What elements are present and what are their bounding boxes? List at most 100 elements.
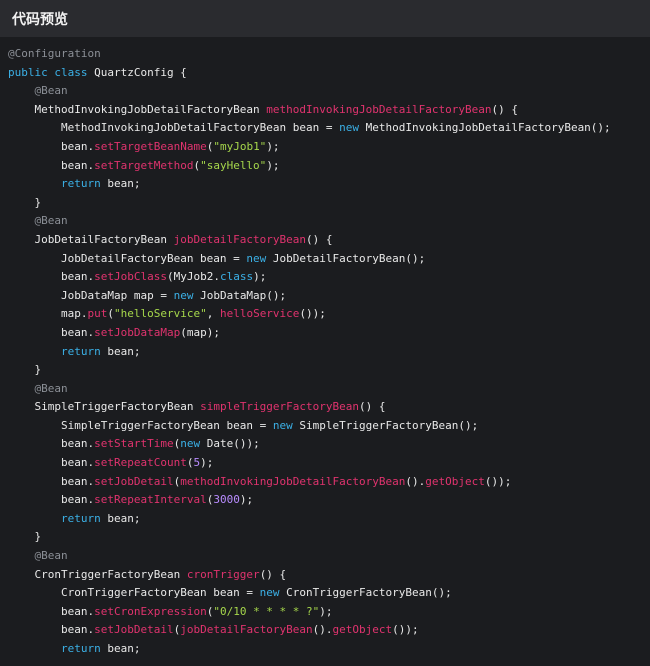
code-line: } xyxy=(8,194,650,213)
code-token: setRepeatInterval xyxy=(94,493,207,507)
code-token: new xyxy=(246,251,273,265)
code-line: CronTriggerFactoryBean cronTrigger() { xyxy=(8,566,650,585)
panel-title: 代码预览 xyxy=(12,11,68,28)
code-token: bean. xyxy=(60,456,95,470)
code-token: (MyJob2. xyxy=(166,270,220,284)
code-token: @Bean xyxy=(34,84,68,98)
code-token: return xyxy=(60,177,108,191)
code-token: QuartzConfig { xyxy=(94,65,187,79)
code-token: setJobDataMap xyxy=(94,325,181,339)
code-token: setJobDetail xyxy=(94,623,174,637)
code-token: methodInvokingJobDetailFactoryBean xyxy=(180,474,406,488)
code-block[interactable]: @Configuration public class QuartzConfig … xyxy=(8,45,650,659)
code-token: "sayHello" xyxy=(200,158,267,172)
code-token: (). xyxy=(405,474,426,488)
code-token: @Bean xyxy=(34,381,68,395)
code-token: JobDataMap(); xyxy=(200,288,287,302)
code-line: bean.setTargetMethod("sayHello"); xyxy=(8,157,650,176)
code-token: bean. xyxy=(60,604,95,618)
code-line: bean.setRepeatInterval(3000); xyxy=(8,491,650,510)
code-token: ); xyxy=(200,456,214,470)
code-token: new xyxy=(259,586,287,600)
code-token: () { xyxy=(359,400,386,414)
code-token: setTargetBeanName xyxy=(94,139,207,153)
code-line: public class QuartzConfig { xyxy=(8,64,650,83)
code-token: MethodInvokingJobDetailFactoryBean bean … xyxy=(60,121,340,135)
code-line: bean.setJobDetail(jobDetailFactoryBean()… xyxy=(8,621,650,640)
code-token: JobDetailFactoryBean bean = xyxy=(60,251,247,265)
code-token: bean. xyxy=(60,158,95,172)
code-token: ); xyxy=(266,139,280,153)
code-token: () { xyxy=(306,232,333,246)
code-token: @Bean xyxy=(34,214,68,228)
code-line: @Bean xyxy=(8,380,650,399)
code-line: bean.setJobClass(MyJob2.class); xyxy=(8,268,650,287)
code-token: (). xyxy=(312,623,333,637)
code-token: return xyxy=(60,511,108,525)
code-line: bean.setCronExpression("0/10 * * * * ?")… xyxy=(8,603,650,622)
code-line: bean.setRepeatCount(5); xyxy=(8,454,650,473)
code-token: setTargetMethod xyxy=(94,158,194,172)
code-token: bean. xyxy=(60,437,95,451)
code-line: MethodInvokingJobDetailFactoryBean metho… xyxy=(8,101,650,120)
code-token: ); xyxy=(239,493,254,507)
code-token: () { xyxy=(491,102,518,116)
code-token: setJobDetail xyxy=(94,474,174,488)
code-token: new xyxy=(339,121,366,135)
code-line: JobDetailFactoryBean bean = new JobDetai… xyxy=(8,250,650,269)
code-token: } xyxy=(34,530,42,544)
code-token: map. xyxy=(60,307,88,321)
code-token: put xyxy=(87,307,108,321)
code-token: Date()); xyxy=(206,437,260,451)
code-line: SimpleTriggerFactoryBean simpleTriggerFa… xyxy=(8,398,650,417)
code-token: new xyxy=(180,437,207,451)
code-token: new xyxy=(173,288,201,302)
code-token: setJobClass xyxy=(94,270,167,284)
code-line: } xyxy=(8,361,650,380)
code-line: JobDetailFactoryBean jobDetailFactoryBea… xyxy=(8,231,650,250)
code-token: bean; xyxy=(107,642,141,655)
code-token: bean. xyxy=(60,325,95,339)
code-token: setStartTime xyxy=(94,437,174,451)
code-token: , xyxy=(206,307,220,321)
code-token: bean. xyxy=(60,139,95,153)
code-line: return bean; xyxy=(8,343,650,362)
code-token: @Configuration xyxy=(8,47,101,60)
code-line: return bean; xyxy=(8,510,650,529)
code-token: bean. xyxy=(60,270,95,284)
code-preview-panel: 代码预览 @Configuration public class QuartzCo… xyxy=(0,0,650,666)
code-token: new xyxy=(272,418,300,432)
code-line: @Configuration xyxy=(8,45,650,64)
panel-header: 代码预览 xyxy=(0,0,650,37)
code-token: class xyxy=(219,270,254,284)
code-token: SimpleTriggerFactoryBean bean = xyxy=(60,418,273,432)
code-token: jobDetailFactoryBean xyxy=(180,623,313,637)
code-token: SimpleTriggerFactoryBean xyxy=(34,400,201,414)
code-token: MethodInvokingJobDetailFactoryBean(); xyxy=(365,121,611,135)
code-token: bean. xyxy=(60,493,95,507)
code-line: return bean; xyxy=(8,640,650,659)
code-token: ()); xyxy=(484,474,512,488)
code-line: SimpleTriggerFactoryBean bean = new Simp… xyxy=(8,417,650,436)
code-token: CronTriggerFactoryBean(); xyxy=(286,586,452,600)
code-token: ()); xyxy=(299,307,326,321)
code-token: simpleTriggerFactoryBean xyxy=(200,400,360,414)
code-line: @Bean xyxy=(8,547,650,566)
code-token: bean; xyxy=(107,344,141,358)
code-token: (map); xyxy=(180,325,220,339)
